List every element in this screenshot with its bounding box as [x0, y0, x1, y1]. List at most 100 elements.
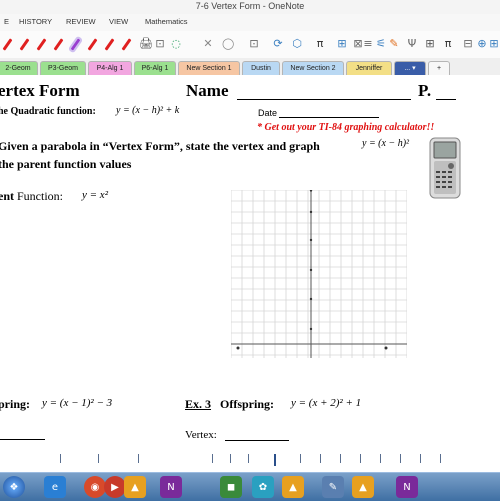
- circle-tool-icon[interactable]: ◯: [222, 37, 234, 51]
- add-section-button[interactable]: +: [428, 61, 450, 75]
- pen-purple-icon[interactable]: [63, 36, 88, 53]
- section-tab[interactable]: New Section 1: [178, 61, 240, 75]
- example-2-label: pring:: [0, 397, 31, 411]
- fraction-icon[interactable]: ⊟: [462, 37, 474, 51]
- onenote-icon-2[interactable]: N: [396, 476, 418, 498]
- pi-icon[interactable]: π: [314, 37, 326, 51]
- windows-logo-icon: ❖: [9, 481, 19, 493]
- ruler-tick: [360, 454, 361, 463]
- ruler-tick: [380, 454, 381, 463]
- example-3-formula: y = (x + 2)² + 1: [291, 397, 362, 409]
- expand-icon[interactable]: ⊞: [488, 37, 500, 51]
- calculator-note: * Get out your TI-84 graphing calculator…: [257, 122, 435, 133]
- section-tab[interactable]: P3-Geom: [40, 61, 86, 75]
- start-button[interactable]: ❖: [3, 476, 25, 498]
- ribbon-tab-home[interactable]: E: [4, 17, 9, 26]
- section-tab-bar: 2-Geom P3-Geom P4-Alg 1 P6-Alg 1 New Sec…: [0, 58, 500, 76]
- ruler-tick: [138, 454, 139, 463]
- ribbon-tab-review[interactable]: REVIEW: [66, 17, 96, 26]
- example-3-label: Offspring:: [220, 397, 274, 411]
- ruler-tick: [212, 454, 213, 463]
- rotate-icon[interactable]: ⟳: [272, 37, 284, 51]
- ie-icon[interactable]: e: [44, 476, 66, 498]
- eraser-icon[interactable]: ✕: [202, 37, 214, 51]
- date-label: Date: [258, 108, 278, 118]
- parent-label: Function:: [14, 189, 64, 203]
- printer-icon[interactable]: 🖨: [139, 37, 153, 51]
- pen-red-icon[interactable]: [121, 38, 132, 51]
- ruler-tick: [248, 454, 249, 463]
- section-tab[interactable]: P6-Alg 1: [134, 61, 176, 75]
- highlighter-icon[interactable]: ✎: [388, 37, 400, 51]
- ribbon-tab-mathematics[interactable]: Mathematics: [145, 17, 188, 26]
- ruler-tick: [60, 454, 61, 463]
- section-tab[interactable]: P4-Alg 1: [88, 61, 132, 75]
- page-title: ertex Form: [0, 81, 80, 100]
- pen-red-icon[interactable]: [87, 38, 98, 51]
- ink-ruler: [0, 448, 500, 470]
- name-blank: [237, 99, 411, 100]
- shapes-icon[interactable]: ◌: [170, 37, 182, 51]
- ribbon-tab-bar: E HISTORY REVIEW VIEW Mathematics: [0, 14, 500, 31]
- ribbon-toolbar: 🖨 ⊡ ◌ ✕ ◯ ⊡ ⟳ ⬡ π ⊞ ⊠ ≡ ⚟ ✎ Ψ ⊞ π ⊟ ⊕ ⊞: [0, 31, 500, 59]
- ruler-tick: [320, 454, 321, 463]
- window-title: 7-6 Vertex Form - OneNote: [195, 1, 305, 11]
- onenote-icon[interactable]: N: [160, 476, 182, 498]
- section-tab[interactable]: Jenniffer: [346, 61, 392, 75]
- lasso-icon[interactable]: ⊡: [154, 37, 166, 51]
- wave-icon[interactable]: ⚟: [375, 37, 387, 51]
- cart-icon[interactable]: ▲: [124, 476, 146, 498]
- period-blank: [436, 99, 456, 100]
- media-icon[interactable]: ▶: [104, 476, 126, 498]
- pen-tool-icon[interactable]: ✎: [322, 476, 344, 498]
- ruler-tick: [230, 454, 231, 463]
- instruction-line-2: the parent function values: [0, 157, 132, 171]
- ruler-tick: [300, 454, 301, 463]
- pen-red-icon[interactable]: [53, 38, 64, 51]
- example-2-formula: y = (x − 1)² − 3: [42, 397, 113, 409]
- grid-icon[interactable]: ⊞: [424, 37, 436, 51]
- ruler-tick: [98, 454, 99, 463]
- calc-icon[interactable]: ▲: [352, 476, 374, 498]
- instruction-formula: y = (x − h)²: [362, 138, 410, 149]
- section-tab[interactable]: New Section 2: [282, 61, 344, 75]
- parent-function-label: ent Function:: [0, 189, 63, 204]
- period-label: P.: [418, 81, 432, 100]
- parent-prefix: ent: [0, 189, 14, 203]
- date-blank: [279, 117, 379, 118]
- ruler-tick: [440, 454, 441, 463]
- zoom-icon[interactable]: ⊕: [476, 37, 488, 51]
- ruler-tick: [340, 454, 341, 463]
- quadratic-label: he Quadratic function:: [0, 106, 96, 117]
- coordinate-grid[interactable]: [231, 190, 407, 358]
- photos-icon[interactable]: ✿: [252, 476, 274, 498]
- chrome-icon[interactable]: ◉: [84, 476, 106, 498]
- ruler-tick: [420, 454, 421, 463]
- camtasia-icon[interactable]: ◼: [220, 476, 242, 498]
- align-icon[interactable]: ≡: [362, 37, 374, 51]
- pi-icon-2[interactable]: π: [442, 37, 454, 51]
- pen-red-icon[interactable]: [19, 38, 30, 51]
- select-icon[interactable]: ⊡: [248, 37, 260, 51]
- page-canvas[interactable]: ertex Form Name P. he Quadratic function…: [0, 75, 500, 472]
- calculator-image: [429, 137, 461, 199]
- ruler-tick: [274, 454, 276, 466]
- example-3-number: Ex. 3: [185, 397, 212, 411]
- graph-icon[interactable]: ⬡: [291, 37, 303, 51]
- pen-red-icon[interactable]: [104, 38, 115, 51]
- quadratic-formula: y = (x − h)² + k: [116, 105, 180, 116]
- section-tab[interactable]: 2-Geom: [0, 61, 38, 75]
- cart-icon-2[interactable]: ▲: [282, 476, 304, 498]
- section-tab[interactable]: Dustin: [242, 61, 280, 75]
- windows-taskbar: ❖ e ◉ ▶ ▲ N ◼ ✿ ▲ ✎ ▲ N: [0, 472, 500, 501]
- section-overflow-button[interactable]: ... ▾: [394, 61, 426, 75]
- psi-icon[interactable]: Ψ: [406, 37, 418, 51]
- ribbon-tab-view[interactable]: VIEW: [109, 17, 128, 26]
- parent-formula: y = x²: [82, 189, 108, 201]
- example-2-vertex-blank: [0, 439, 45, 440]
- ribbon-tab-history[interactable]: HISTORY: [19, 17, 52, 26]
- window-title-bar: 7-6 Vertex Form - OneNote: [0, 0, 500, 15]
- matrix-icon[interactable]: ⊞: [336, 37, 348, 51]
- pen-red-icon[interactable]: [36, 38, 47, 51]
- pen-red-icon[interactable]: [2, 38, 13, 51]
